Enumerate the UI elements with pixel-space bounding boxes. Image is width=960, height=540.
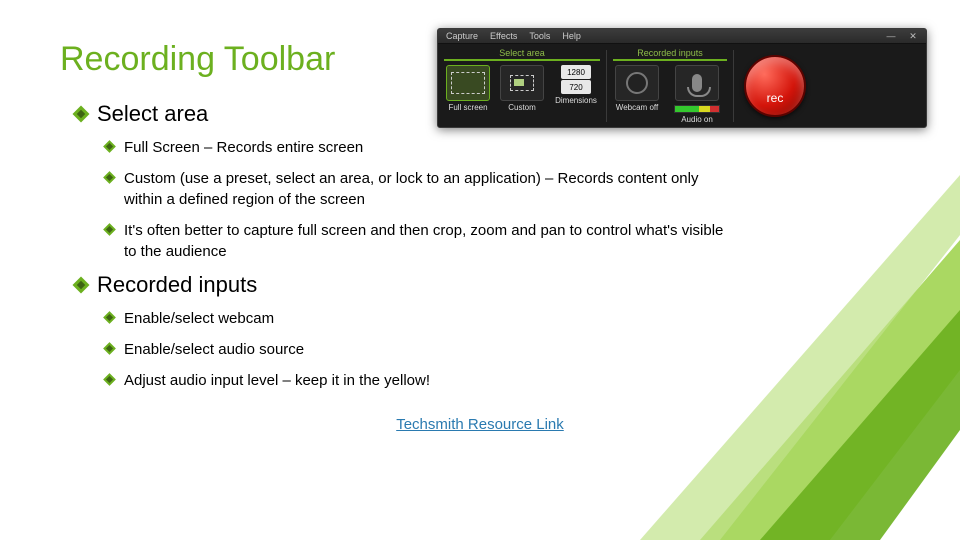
minimize-icon[interactable]: —	[886, 31, 896, 41]
diamond-bullet-icon	[103, 311, 116, 324]
recorder-toolbar-window: Capture Effects Tools Help — ✕ Select ar…	[437, 28, 927, 128]
custom-area-icon	[510, 75, 534, 91]
bullet-text: Enable/select audio source	[124, 339, 304, 360]
bullet-tip: It's often better to capture full screen…	[105, 220, 725, 262]
dim-width[interactable]: 1280	[561, 65, 591, 79]
diamond-bullet-icon	[103, 171, 116, 184]
btn-custom[interactable]: Custom	[498, 65, 546, 112]
menu-tools[interactable]: Tools	[529, 31, 550, 41]
record-label: rec	[767, 91, 784, 105]
section-heading-text: Recorded inputs	[97, 272, 257, 298]
close-icon[interactable]: ✕	[908, 31, 918, 42]
menu-capture[interactable]: Capture	[446, 31, 478, 41]
section-recorded-inputs-heading: Recorded inputs	[75, 272, 900, 298]
diamond-bullet-icon	[73, 106, 90, 123]
section-heading-text: Select area	[97, 101, 208, 127]
bullet-audio: Enable/select audio source	[105, 339, 725, 360]
diamond-bullet-icon	[103, 223, 116, 236]
btn-audio[interactable]: Audio on	[667, 65, 727, 124]
menu-help[interactable]: Help	[562, 31, 581, 41]
bullet-webcam: Enable/select webcam	[105, 308, 725, 329]
bullet-custom: Custom (use a preset, select an area, or…	[105, 168, 725, 210]
record-button[interactable]: rec	[744, 55, 806, 117]
dim-height[interactable]: 720	[561, 80, 591, 94]
diamond-bullet-icon	[103, 342, 116, 355]
group-select-area: Select area Full screen Custom 1280 720 …	[438, 44, 606, 128]
group-title: Select area	[444, 48, 600, 61]
group-recorded-inputs: Recorded inputs Webcam off Audio on	[607, 44, 733, 128]
divider	[733, 50, 734, 122]
diamond-bullet-icon	[103, 373, 116, 386]
webcam-icon	[626, 72, 648, 94]
diamond-bullet-icon	[103, 140, 116, 153]
bullet-text: Full Screen – Records entire screen	[124, 137, 363, 158]
btn-fullscreen[interactable]: Full screen	[444, 65, 492, 112]
bullet-level: Adjust audio input level – keep it in th…	[105, 370, 725, 391]
resource-link[interactable]: Techsmith Resource Link	[60, 416, 900, 433]
bullet-text: Custom (use a preset, select an area, or…	[124, 168, 725, 210]
group-title: Recorded inputs	[613, 48, 727, 61]
bullet-text: It's often better to capture full screen…	[124, 220, 725, 262]
diamond-bullet-icon	[73, 277, 90, 294]
bullet-text: Enable/select webcam	[124, 308, 274, 329]
bullet-fullscreen: Full Screen – Records entire screen	[105, 137, 725, 158]
bullet-text: Adjust audio input level – keep it in th…	[124, 370, 430, 391]
menubar: Capture Effects Tools Help — ✕	[438, 29, 926, 44]
field-dimensions[interactable]: 1280 720 Dimensions	[552, 65, 600, 105]
microphone-icon	[692, 74, 702, 92]
fullscreen-icon	[451, 72, 485, 94]
btn-webcam[interactable]: Webcam off	[613, 65, 661, 112]
menu-effects[interactable]: Effects	[490, 31, 517, 41]
audio-level-meter	[674, 105, 720, 113]
